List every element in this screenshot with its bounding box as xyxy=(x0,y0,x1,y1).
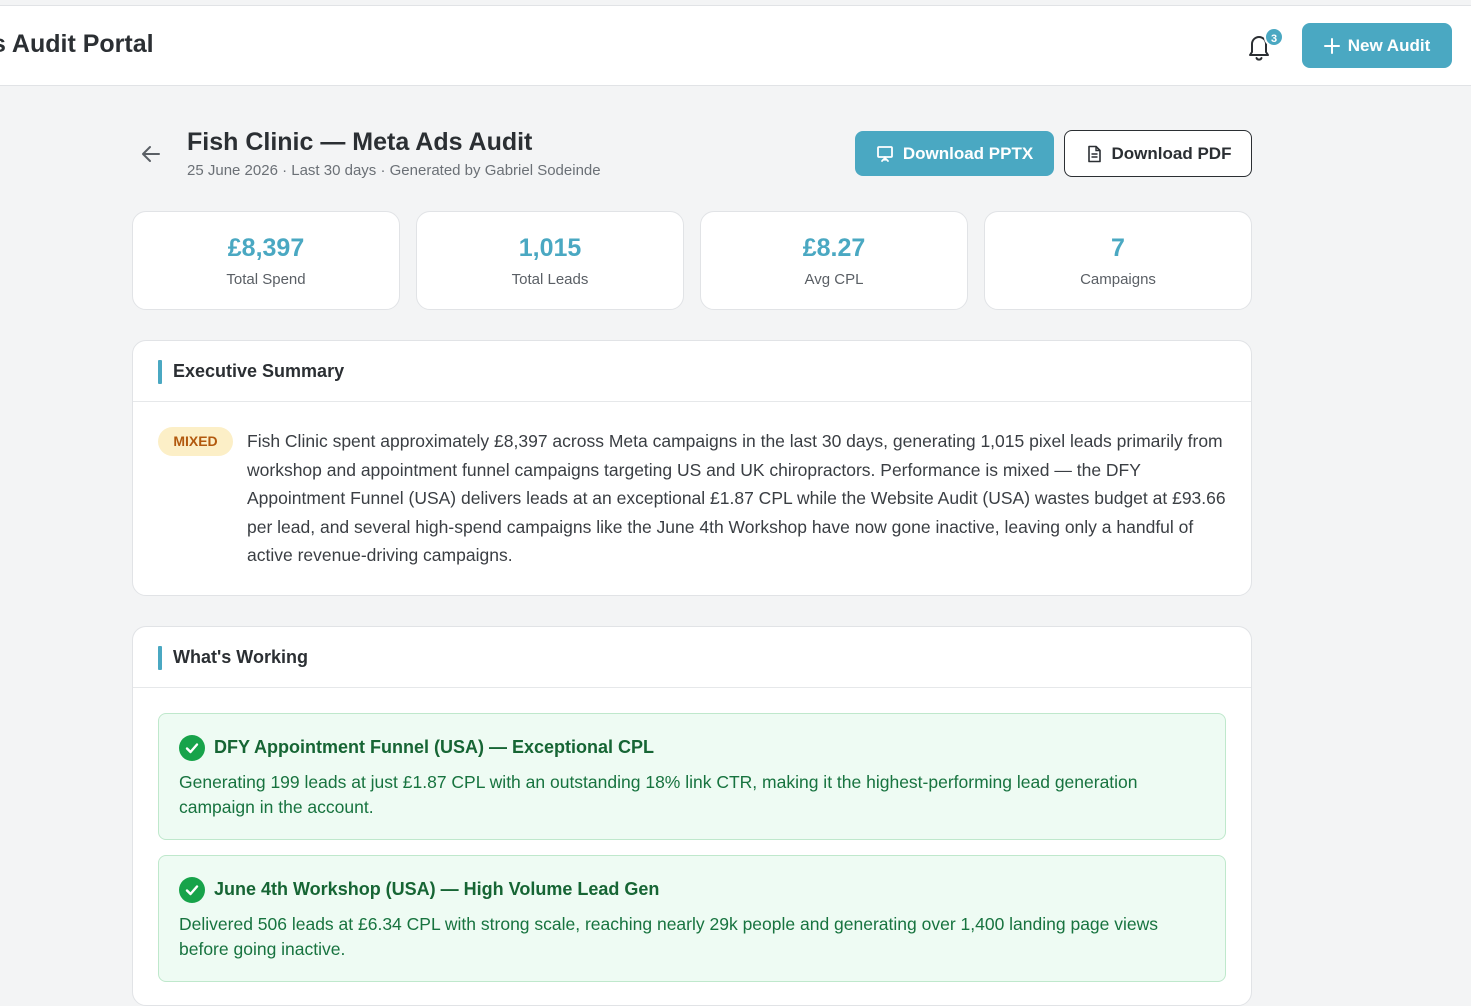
working-item-body: Delivered 506 leads at £6.34 CPL with st… xyxy=(179,914,1159,959)
stat-card-campaigns: 7 Campaigns xyxy=(984,211,1252,310)
section-title: What's Working xyxy=(173,647,308,667)
summary-text: Fish Clinic spent approximately £8,397 a… xyxy=(247,431,1226,565)
stat-label: Avg CPL xyxy=(804,271,864,288)
section-title: Executive Summary xyxy=(173,361,345,381)
whats-working-panel: What's Working DFY Appointment Funnel (U… xyxy=(132,626,1252,1006)
stat-card-total-leads: 1,015 Total Leads xyxy=(416,211,684,310)
stat-label: Total Spend xyxy=(226,271,306,288)
working-item-body: Generating 199 leads at just £1.87 CPL w… xyxy=(179,772,1138,817)
new-audit-button[interactable]: New Audit xyxy=(1302,23,1452,68)
working-item-card: DFY Appointment Funnel (USA) — Exception… xyxy=(158,713,1226,840)
document-icon xyxy=(1087,145,1101,162)
download-pptx-button[interactable]: Download PPTX xyxy=(855,131,1054,176)
working-item-card: June 4th Workshop (USA) — High Volume Le… xyxy=(158,855,1226,982)
stat-value: £8.27 xyxy=(802,234,866,262)
page-subtitle: 25 June 2026 · Last 30 days · Generated … xyxy=(187,162,601,179)
download-pdf-button[interactable]: Download PDF xyxy=(1064,130,1252,177)
working-item-title: June 4th Workshop (USA) — High Volume Le… xyxy=(214,879,660,899)
working-item-title: DFY Appointment Funnel (USA) — Exception… xyxy=(214,737,655,757)
app-title: s Audit Portal xyxy=(0,30,154,58)
check-circle-icon xyxy=(179,877,205,903)
check-circle-icon xyxy=(179,735,205,761)
status-badge: MIXED xyxy=(158,427,233,456)
stat-card-total-spend: £8,397 Total Spend xyxy=(132,211,400,310)
section-accent-bar xyxy=(158,646,162,670)
executive-summary-panel: Executive Summary MIXED Fish Clinic spen… xyxy=(132,340,1252,596)
app-header: s Audit Portal 3 New Audit xyxy=(0,6,1471,86)
stat-label: Campaigns xyxy=(1080,271,1156,288)
stat-value: £8,397 xyxy=(227,234,305,262)
stat-value: 1,015 xyxy=(518,234,582,262)
new-audit-label: New Audit xyxy=(1347,35,1431,55)
arrow-left-icon xyxy=(142,146,160,162)
page-title: Fish Clinic — Meta Ads Audit xyxy=(187,128,533,156)
download-pdf-label: Download PDF xyxy=(1111,143,1232,163)
stat-value: 7 xyxy=(1111,234,1125,262)
notification-count-badge: 3 xyxy=(1264,27,1284,47)
download-pptx-label: Download PPTX xyxy=(902,143,1034,163)
section-accent-bar xyxy=(158,360,162,384)
stat-card-avg-cpl: £8.27 Avg CPL xyxy=(700,211,968,310)
panel-header: What's Working xyxy=(133,627,1251,688)
panel-header: Executive Summary xyxy=(133,341,1251,402)
stat-label: Total Leads xyxy=(511,271,589,288)
plus-icon xyxy=(1323,37,1340,54)
back-button[interactable] xyxy=(140,143,162,165)
presentation-icon xyxy=(876,145,893,162)
